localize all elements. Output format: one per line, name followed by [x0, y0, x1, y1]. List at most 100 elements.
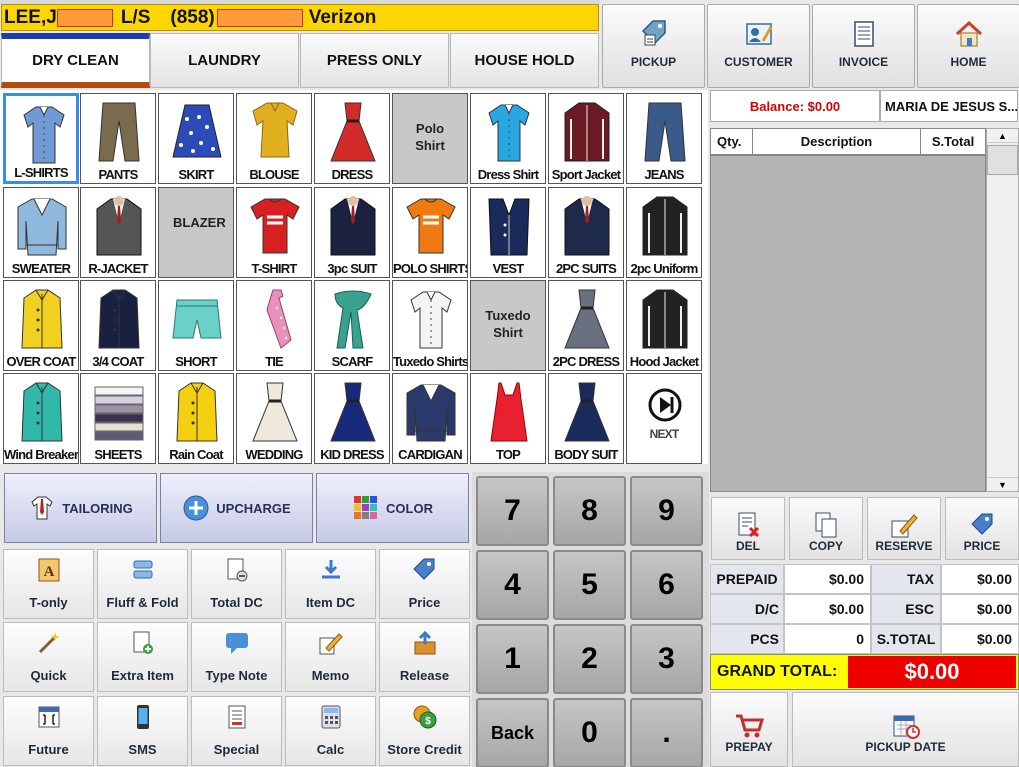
- item-2pc-suits-button[interactable]: 2PC SUITS: [548, 187, 624, 278]
- item-body-suit-button[interactable]: BODY SUIT: [548, 373, 624, 464]
- item-over-coat-button[interactable]: OVER COAT: [3, 280, 79, 371]
- function-button-label: Special: [213, 742, 260, 757]
- reserve-button[interactable]: RESERVE: [867, 497, 941, 560]
- item-next-button[interactable]: NEXT: [626, 373, 702, 464]
- item-blazer-button[interactable]: BLAZER: [158, 187, 234, 278]
- extra-item-button[interactable]: Extra Item: [97, 622, 188, 692]
- item-sport-jacket-button[interactable]: Sport Jacket: [548, 93, 624, 184]
- calc-button[interactable]: Calc: [285, 696, 376, 766]
- price-action-button[interactable]: PRICE: [945, 497, 1019, 560]
- key-4[interactable]: 4: [476, 550, 549, 620]
- key-6[interactable]: 6: [630, 550, 703, 620]
- price-button[interactable]: Price: [379, 549, 470, 619]
- item-cardigan-button[interactable]: CARDIGAN: [392, 373, 468, 464]
- sms-button[interactable]: SMS: [97, 696, 188, 766]
- key-1[interactable]: 1: [476, 624, 549, 694]
- tab-house-hold[interactable]: HOUSE HOLD: [450, 33, 599, 88]
- item-2pc-uniform-button[interactable]: 2pc Uniform: [626, 187, 702, 278]
- plus-circle-icon: [183, 495, 209, 521]
- item-sheets-button[interactable]: SHEETS: [80, 373, 156, 464]
- customer-area-code: (858): [170, 6, 215, 28]
- item-3-4-coat-button[interactable]: 3/4 COAT: [80, 280, 156, 371]
- fluff-fold-button[interactable]: Fluff & Fold: [97, 549, 188, 619]
- type-note-button[interactable]: Type Note: [191, 622, 282, 692]
- item-wedding-button[interactable]: WEDDING: [236, 373, 312, 464]
- copy-button[interactable]: COPY: [789, 497, 863, 560]
- quick-button[interactable]: Quick: [3, 622, 94, 692]
- customer-info-bar[interactable]: LEE,J L/S (858) Verizon: [1, 4, 599, 31]
- item-tuxedo-shirt-button[interactable]: Tuxedo Shirt: [470, 280, 546, 371]
- item-blouse-button[interactable]: BLOUSE: [236, 93, 312, 184]
- numpad: 7 8 9 4 5 6 1 2 3 Back 0.: [472, 472, 709, 767]
- order-list-scrollbar[interactable]: ▲ ▼: [986, 128, 1019, 492]
- stotal-label: S.TOTAL: [871, 624, 941, 654]
- tab-press-only[interactable]: PRESS ONLY: [300, 33, 449, 88]
- item-sweater-button[interactable]: SWEATER: [3, 187, 79, 278]
- item-vest-button[interactable]: VEST: [470, 187, 546, 278]
- key-3[interactable]: 3: [630, 624, 703, 694]
- key-7[interactable]: 7: [476, 476, 549, 546]
- item-short-button[interactable]: SHORT: [158, 280, 234, 371]
- key-9[interactable]: 9: [630, 476, 703, 546]
- item-wind-breaker-button[interactable]: Wind Breaker: [3, 373, 79, 464]
- item-polo-shirt-button[interactable]: Polo Shirt: [392, 93, 468, 184]
- upcharge-button[interactable]: UPCHARGE: [160, 473, 313, 543]
- key-0[interactable]: 0: [553, 698, 626, 767]
- del-button[interactable]: DEL: [711, 497, 785, 560]
- function-button-label: Calc: [316, 742, 345, 757]
- prepay-button[interactable]: PREPAY: [710, 692, 788, 767]
- item-label: SWEATER: [11, 261, 71, 276]
- key-8[interactable]: 8: [553, 476, 626, 546]
- invoice-button[interactable]: INVOICE: [812, 4, 915, 88]
- scroll-up-arrow[interactable]: ▲: [987, 129, 1018, 143]
- item-top-button[interactable]: TOP: [470, 373, 546, 464]
- tailoring-button[interactable]: TAILORING: [4, 473, 157, 543]
- item-label: SKIRT: [178, 167, 214, 182]
- item-2pc-dress-button[interactable]: 2PC DRESS: [548, 280, 624, 371]
- item-hood-jacket-button[interactable]: Hood Jacket: [626, 280, 702, 371]
- item-label: 2pc Uniform: [630, 261, 698, 276]
- item-3pc-suit-button[interactable]: 3pc SUIT: [314, 187, 390, 278]
- t-only-button[interactable]: A T-only: [3, 549, 94, 619]
- memo-button[interactable]: Memo: [285, 622, 376, 692]
- tab-dry-clean[interactable]: DRY CLEAN: [1, 33, 150, 88]
- scroll-down-arrow[interactable]: ▼: [987, 477, 1018, 491]
- total-dc-button[interactable]: Total DC: [191, 549, 282, 619]
- item-dc-button[interactable]: Item DC: [285, 549, 376, 619]
- item-dress-shirt-button[interactable]: Dress Shirt: [470, 93, 546, 184]
- item-dress-button[interactable]: DRESS: [314, 93, 390, 184]
- release-button[interactable]: Release: [379, 622, 470, 692]
- item-tuxedo-shirts-button[interactable]: Tuxedo Shirts: [392, 280, 468, 371]
- pickup-date-button[interactable]: PICKUP DATE: [792, 692, 1019, 767]
- home-button[interactable]: HOME: [917, 4, 1019, 88]
- back-key[interactable]: Back: [476, 698, 549, 767]
- item-t-shirt-button[interactable]: T-SHIRT: [236, 187, 312, 278]
- item-kid-dress-button[interactable]: KID DRESS: [314, 373, 390, 464]
- key-5[interactable]: 5: [553, 550, 626, 620]
- item-rain-coat-button[interactable]: Rain Coat: [158, 373, 234, 464]
- item-skirt-button[interactable]: SKIRT: [158, 93, 234, 184]
- item-label: NEXT: [649, 427, 680, 441]
- key-2[interactable]: 2: [553, 624, 626, 694]
- item-grid: L-SHIRTS PANTS SKIRT BLOUSE DRESS Polo Shirt D…: [0, 90, 708, 464]
- function-button-label: Item DC: [305, 595, 356, 610]
- pencil-icon: [318, 630, 344, 662]
- item-polo-shirts-button[interactable]: POLO SHIRTS: [392, 187, 468, 278]
- decimal-key[interactable]: .: [630, 698, 703, 767]
- scroll-thumb[interactable]: [987, 145, 1018, 175]
- order-list[interactable]: [710, 155, 986, 492]
- pickup-button[interactable]: PICKUP: [602, 4, 705, 88]
- customer-button[interactable]: CUSTOMER: [707, 4, 810, 88]
- store-credit-button[interactable]: $ Store Credit: [379, 696, 470, 766]
- item-pants-button[interactable]: PANTS: [80, 93, 156, 184]
- future-button[interactable]: Future: [3, 696, 94, 766]
- upload-box-icon: [412, 630, 438, 662]
- item-tie-button[interactable]: TIE: [236, 280, 312, 371]
- item-jeans-button[interactable]: JEANS: [626, 93, 702, 184]
- color-button[interactable]: COLOR: [316, 473, 469, 543]
- special-button[interactable]: Special: [191, 696, 282, 766]
- item-r-jacket-button[interactable]: R-JACKET: [80, 187, 156, 278]
- item-l-shirts-button[interactable]: L-SHIRTS: [3, 93, 79, 184]
- item-scarf-button[interactable]: SCARF: [314, 280, 390, 371]
- tab-laundry[interactable]: LAUNDRY: [150, 33, 299, 88]
